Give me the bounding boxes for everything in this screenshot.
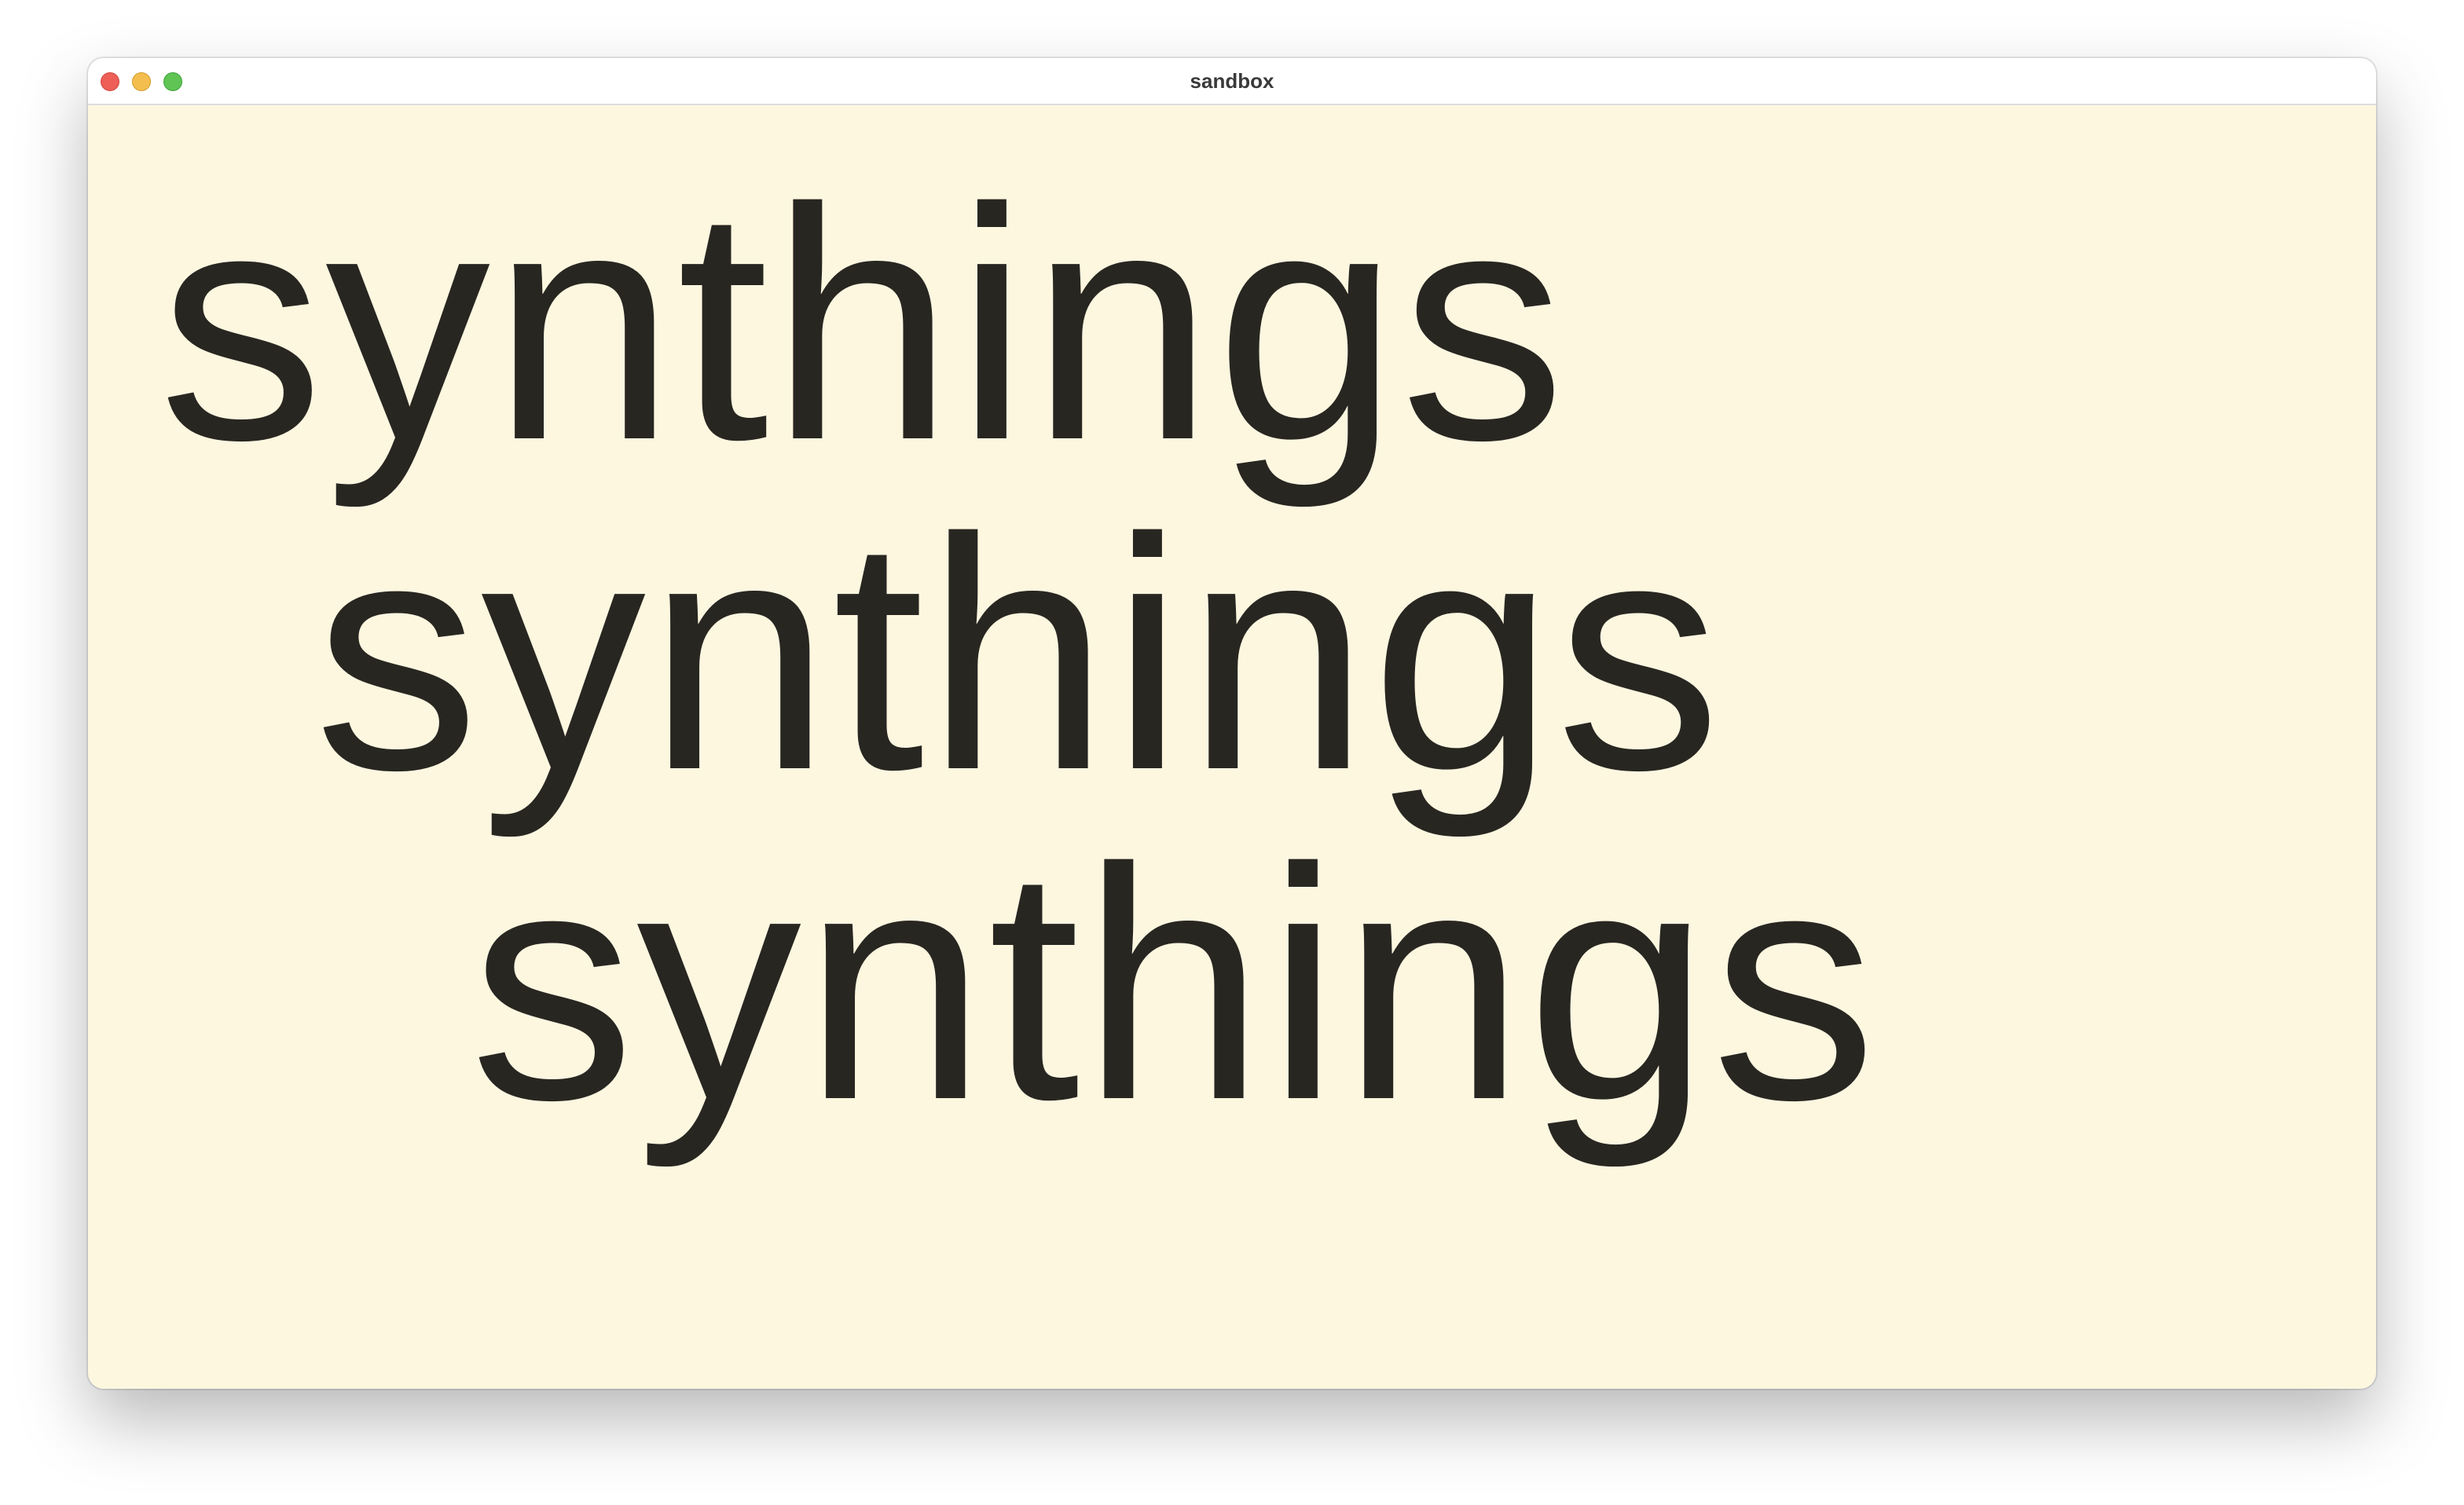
app-window: sandbox synthings synthings synthings [88, 58, 2376, 1389]
display-text-line-2: synthings [314, 471, 1723, 839]
display-text-line-3: synthings [470, 800, 1879, 1169]
display-text-line-1: synthings [159, 141, 1568, 509]
canvas-area: synthings synthings synthings [88, 105, 2376, 1389]
title-bar[interactable]: sandbox [88, 58, 2376, 105]
window-title: sandbox [1190, 69, 1274, 93]
